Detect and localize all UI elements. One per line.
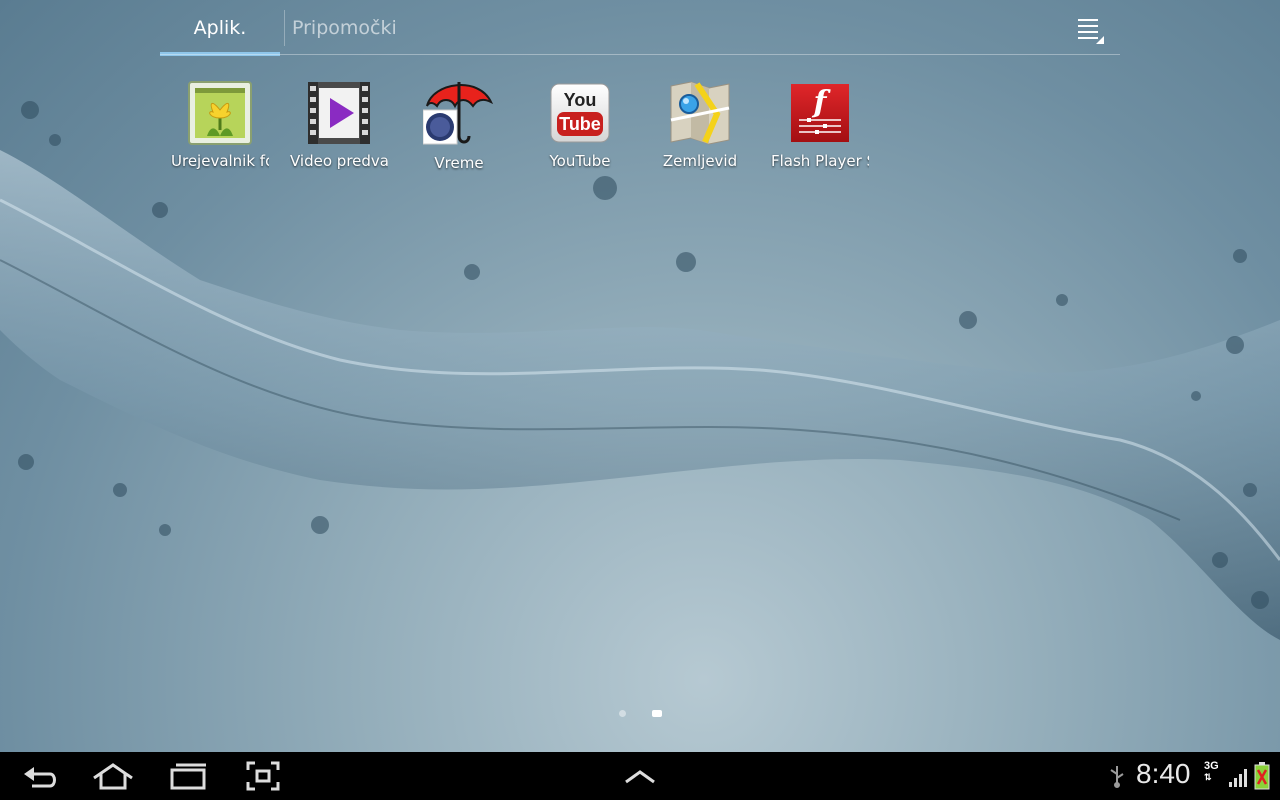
- page-indicator-1: [619, 710, 626, 717]
- signal-bars-icon: [1228, 766, 1250, 792]
- app-label: Zemljevid: [662, 152, 738, 170]
- flash-player-icon: f: [787, 80, 853, 146]
- system-bar: 8:40 3G ⇅: [0, 752, 1280, 800]
- page-indicator-2-current: [652, 710, 662, 717]
- app-label: YouTube: [549, 152, 611, 170]
- network-type-label: 3G ⇅: [1204, 761, 1219, 783]
- tab-divider: [284, 10, 285, 46]
- youtube-icon: You Tube: [547, 80, 613, 146]
- tab-apps-label: Aplik.: [193, 17, 247, 39]
- overflow-menu-icon[interactable]: [1076, 16, 1104, 44]
- app-weather[interactable]: Vreme: [400, 80, 518, 172]
- app-photo-editor[interactable]: Urejevalnik fo: [161, 80, 279, 170]
- app-drawer-tabbar: Aplik. Pripomočki: [160, 0, 1120, 56]
- app-maps[interactable]: Zemljevid: [641, 80, 759, 170]
- battery-charging-icon: [1254, 762, 1270, 794]
- app-youtube[interactable]: You Tube YouTube: [521, 80, 639, 170]
- network-type: 3G: [1204, 760, 1219, 772]
- app-label: Flash Player S: [771, 152, 869, 170]
- home-icon[interactable]: [92, 760, 134, 792]
- recent-apps-icon[interactable]: [170, 760, 208, 792]
- youtube-logo-you: You: [564, 90, 597, 110]
- tab-widgets[interactable]: Pripomočki: [288, 0, 397, 56]
- back-icon[interactable]: [22, 760, 58, 792]
- photo-editor-icon: [187, 80, 253, 146]
- app-tray-chevron-icon[interactable]: [622, 760, 658, 792]
- tabbar-divider: [160, 54, 1120, 55]
- usb-icon: [1108, 764, 1126, 792]
- tab-apps[interactable]: Aplik.: [160, 0, 280, 56]
- app-label: Video predvaj: [290, 152, 388, 170]
- video-player-icon: [306, 80, 372, 146]
- app-flash-player[interactable]: f Flash Player S: [761, 80, 879, 170]
- screenshot-icon[interactable]: [246, 760, 280, 792]
- app-label: Vreme: [434, 154, 484, 172]
- tab-widgets-label: Pripomočki: [292, 17, 397, 39]
- weather-umbrella-icon: [422, 76, 495, 148]
- data-activity-arrows: ⇅: [1204, 772, 1212, 782]
- app-video-player[interactable]: Video predvaj: [280, 80, 398, 170]
- maps-icon: [667, 80, 733, 146]
- youtube-logo-tube: Tube: [559, 114, 601, 134]
- status-clock: 8:40: [1136, 758, 1191, 789]
- app-label: Urejevalnik fo: [171, 152, 269, 170]
